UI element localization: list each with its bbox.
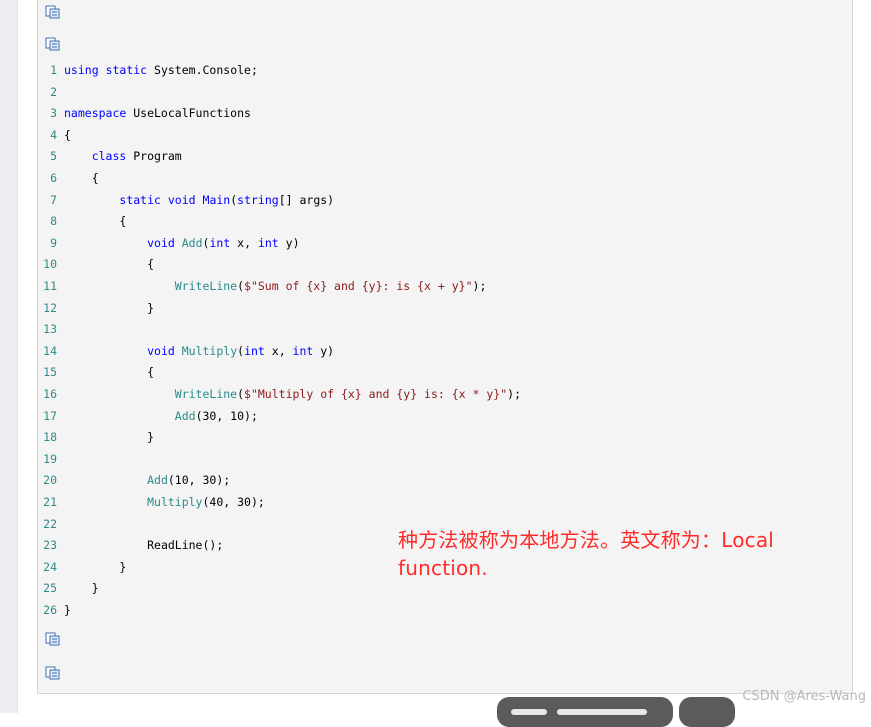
line-number: 18 — [43, 430, 57, 445]
copy-code-button-lower[interactable] — [45, 631, 61, 646]
code-line: 15 { — [40, 363, 154, 381]
code-line: 16 WriteLine($"Multiply of {x} and {y} i… — [40, 385, 521, 403]
floating-toolbar-button-secondary[interactable] — [679, 697, 735, 727]
line-number: 10 — [43, 257, 57, 272]
code-text: } — [64, 430, 155, 445]
code-line: 20 Add(10, 30); — [40, 471, 230, 489]
code-text: { — [64, 257, 155, 272]
line-number: 26 — [43, 603, 57, 617]
copy-code-button-top[interactable] — [45, 4, 61, 19]
copy-code-button-upper[interactable] — [45, 36, 61, 51]
code-line: 12 } — [40, 299, 154, 317]
line-number: 12 — [43, 300, 57, 315]
code-line: 6 { — [40, 169, 99, 187]
code-line: 23 ReadLine(); — [40, 536, 223, 554]
line-number: 13 — [43, 322, 57, 337]
code-line: 13 — [40, 320, 64, 338]
code-text: ReadLine(); — [147, 538, 224, 553]
line-number: 23 — [43, 538, 57, 553]
toolbar-glyph — [557, 709, 647, 715]
line-number: 5 — [50, 149, 57, 164]
code-text: WriteLine($"Sum of {x} and {y}: is {x + … — [174, 279, 487, 293]
code-text: } — [64, 603, 71, 617]
code-text: { — [64, 127, 71, 142]
line-number: 8 — [50, 214, 57, 229]
line-number: 19 — [43, 451, 57, 466]
toolbar-glyph — [511, 709, 547, 715]
copy-code-button-bottom[interactable] — [45, 665, 61, 680]
line-number: 4 — [50, 127, 57, 142]
code-line: 22 — [40, 515, 64, 533]
code-text: } — [64, 300, 155, 315]
code-text: Multiply(40, 30); — [147, 495, 265, 509]
line-number: 24 — [43, 559, 57, 574]
code-line: 4{ — [40, 126, 71, 144]
code-line: 25 } — [40, 579, 99, 597]
line-number: 11 — [43, 279, 57, 293]
line-number: 2 — [50, 84, 57, 99]
watermark: CSDN @Ares-Wang — [742, 689, 866, 704]
code-line: 10 { — [40, 255, 154, 273]
line-number: 17 — [43, 408, 57, 423]
code-text: class Program — [91, 149, 182, 164]
copy-icon — [45, 666, 60, 680]
code-text: } — [64, 581, 99, 596]
code-line: 14 void Multiply(int x, int y) — [40, 342, 334, 360]
line-number: 16 — [43, 387, 57, 401]
line-number: 3 — [50, 106, 57, 121]
page-left-gutter — [0, 0, 18, 713]
line-number: 21 — [43, 495, 57, 509]
code-line: 8 { — [40, 212, 126, 230]
line-number: 25 — [43, 581, 57, 596]
code-line: 19 — [40, 450, 64, 468]
code-line: 24 } — [40, 558, 126, 576]
code-line: 9 void Add(int x, int y) — [40, 234, 300, 252]
line-number: 6 — [50, 171, 57, 185]
line-number: 14 — [43, 343, 57, 358]
code-line: 1 using static System.Console; — [40, 61, 258, 79]
code-line: 2 — [40, 83, 64, 101]
line-number: 22 — [43, 516, 57, 531]
line-number: 9 — [50, 235, 57, 250]
code-text: namespace UseLocalFunctions — [64, 106, 251, 121]
code-text: void Multiply(int x, int y) — [147, 343, 335, 358]
code-line: 26} — [40, 601, 71, 619]
code-text: void Add(int x, int y) — [147, 235, 300, 250]
code-text: { — [64, 365, 155, 380]
code-text: } — [64, 559, 127, 574]
code-text: Add(30, 10); — [174, 408, 258, 423]
code-text: Add(10, 30); — [147, 473, 231, 488]
code-line: 5 class Program — [40, 147, 182, 165]
code-line: 17 Add(30, 10); — [40, 407, 258, 425]
code-text: static void Main(string[] args) — [119, 192, 335, 207]
annotation-note: 种方法被称为本地方法。英文称为：Local function. — [398, 528, 775, 580]
copy-icon — [45, 632, 60, 646]
line-number: 15 — [43, 365, 57, 380]
line-number: 7 — [50, 192, 57, 207]
line-number: 1 — [50, 63, 57, 77]
copy-icon — [45, 37, 60, 51]
code-text: using static System.Console; — [64, 63, 258, 77]
code-line: 11 WriteLine($"Sum of {x} and {y}: is {x… — [40, 277, 486, 295]
code-line: 7 static void Main(string[] args) — [40, 191, 334, 209]
code-line: 3 namespace UseLocalFunctions — [40, 104, 251, 122]
line-number: 20 — [43, 473, 57, 488]
floating-toolbar-button[interactable] — [497, 697, 673, 727]
code-line: 21 Multiply(40, 30); — [40, 493, 265, 511]
code-text: WriteLine($"Multiply of {x} and {y} is: … — [174, 387, 521, 401]
copy-icon — [45, 5, 60, 19]
code-text: { — [64, 171, 99, 185]
code-text: { — [64, 214, 127, 229]
code-line: 18 } — [40, 428, 154, 446]
